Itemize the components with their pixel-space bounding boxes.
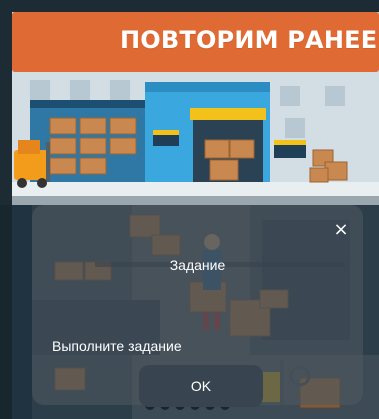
task-dialog: × Задание Выполните задание OK xyxy=(32,205,363,407)
dialog-title: Задание xyxy=(169,257,226,273)
ok-button[interactable]: OK xyxy=(139,365,263,407)
dialog-message: Выполните задание xyxy=(52,338,182,354)
page-title: ПОВТОРИМ РАНЕЕ xyxy=(120,26,378,54)
app-screen: ПОВТОРИМ РАНЕЕ × Задание Выполните задан… xyxy=(0,0,379,419)
close-icon[interactable]: × xyxy=(330,219,352,241)
